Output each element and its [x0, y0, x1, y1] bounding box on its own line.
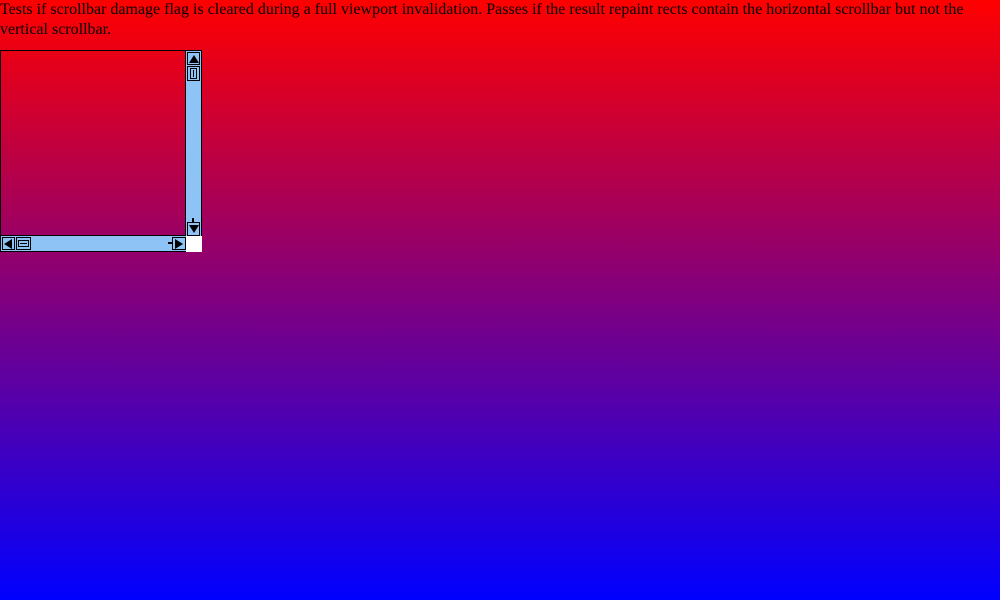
- horizontal-grip-icon: [18, 240, 29, 247]
- horizontal-scrollbar-thumb[interactable]: [16, 237, 31, 250]
- triangle-left-icon: [4, 239, 12, 249]
- scroll-down-button[interactable]: [187, 222, 200, 236]
- scroll-up-button[interactable]: [187, 52, 200, 65]
- vertical-scrollbar-thumb[interactable]: [187, 66, 200, 81]
- vertical-grip-icon: [190, 68, 197, 79]
- test-description: Tests if scrollbar damage flag is cleare…: [0, 1, 964, 38]
- vertical-scrollbar[interactable]: [185, 50, 202, 236]
- scroll-left-button[interactable]: [2, 237, 15, 250]
- scroll-content-area: [0, 50, 186, 236]
- triangle-up-icon: [189, 55, 199, 63]
- triangle-down-icon: [189, 225, 199, 233]
- scrollable-box[interactable]: [0, 50, 202, 252]
- scroll-right-button[interactable]: [172, 237, 186, 250]
- scrollbar-corner: [186, 236, 202, 252]
- horizontal-scrollbar[interactable]: [0, 235, 186, 252]
- triangle-right-icon: [175, 239, 183, 249]
